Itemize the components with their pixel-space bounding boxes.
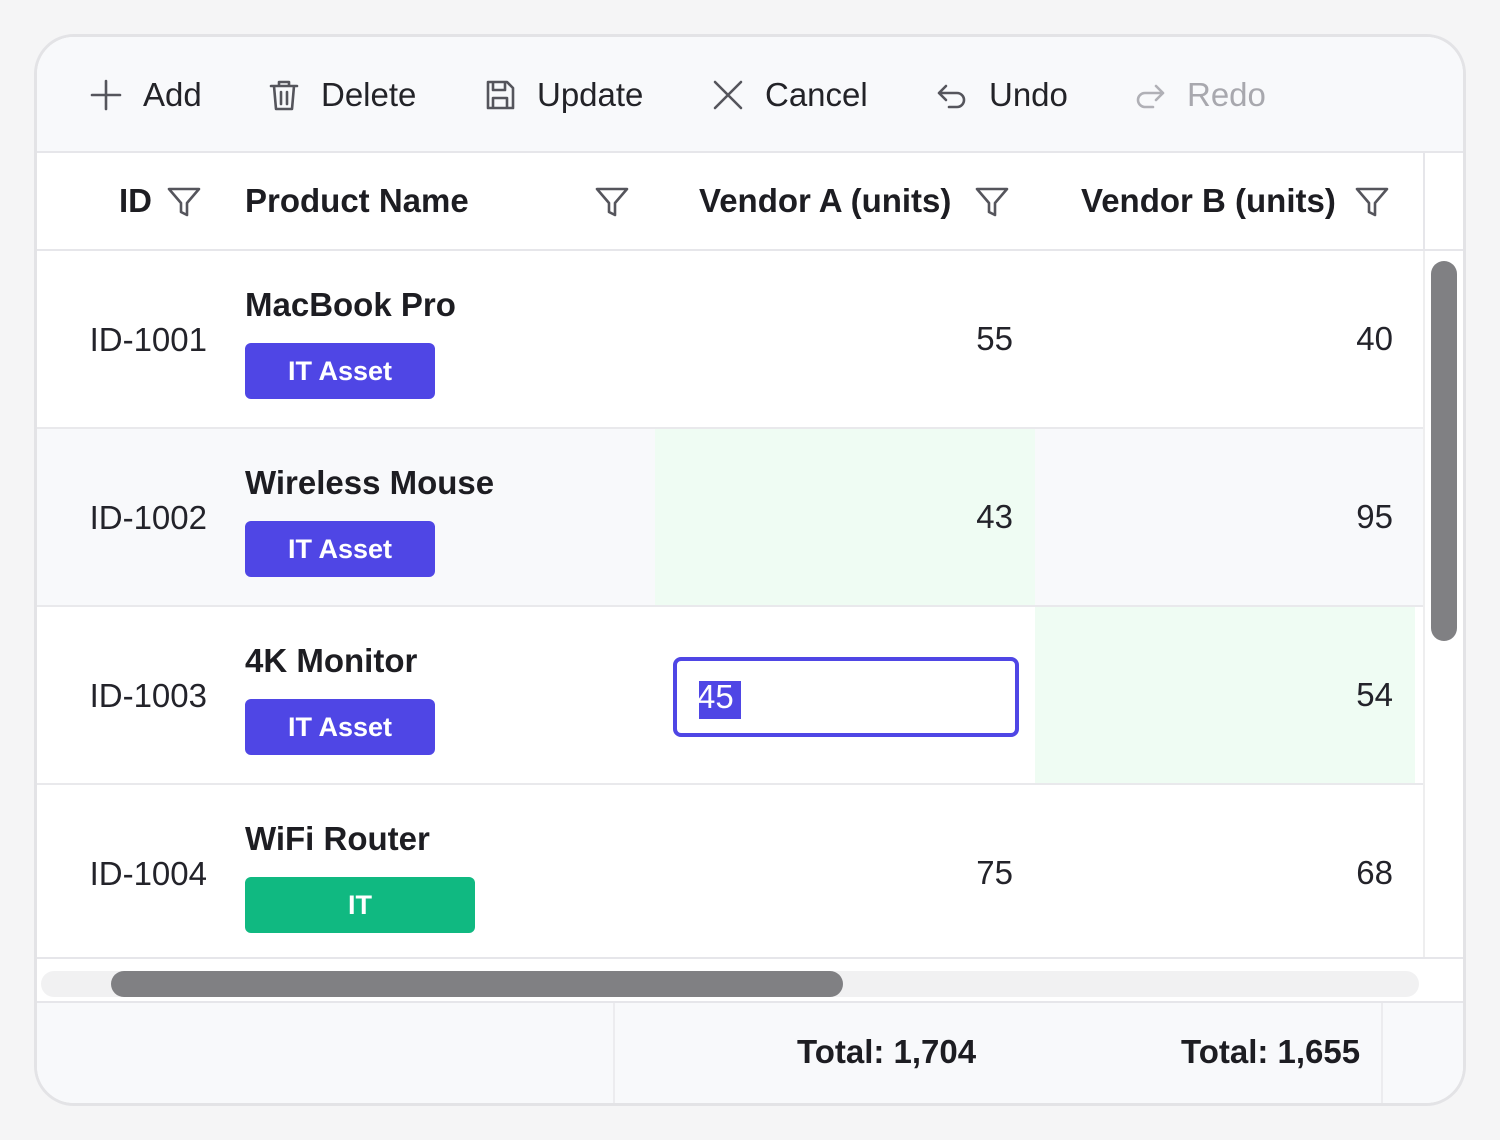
column-header-product-label: Product Name [245, 182, 469, 219]
total-vendor-a: Total: 1,704 [797, 1033, 977, 1070]
redo-button[interactable]: Redo [1131, 73, 1266, 117]
table-row[interactable]: ID-1001 MacBook Pro IT Asset 55 40 [37, 251, 1423, 429]
category-tag: IT Infrastructure [245, 877, 475, 957]
update-button[interactable]: Update [481, 73, 643, 117]
table-row[interactable]: ID-1002 Wireless Mouse IT Asset 43 95 [37, 429, 1423, 607]
cell-vendor-a[interactable]: 75 [655, 785, 1035, 957]
vertical-scrollbar-thumb[interactable] [1431, 261, 1457, 641]
trash-icon [265, 76, 303, 114]
table-row[interactable]: ID-1004 WiFi Router IT Infrastructure 75… [37, 785, 1423, 957]
cell-id[interactable]: ID-1001 [37, 251, 207, 429]
product-name: 4K Monitor [245, 642, 418, 679]
filter-icon[interactable] [1353, 183, 1391, 221]
horizontal-scrollbar-thumb[interactable] [111, 971, 843, 997]
grid-panel: Add Delete Update Cancel Undo Redo ID Pr… [34, 34, 1466, 1106]
table-row[interactable]: ID-1003 4K Monitor IT Asset 54 [37, 607, 1423, 785]
column-header-vendor-a-label: Vendor A (units) [699, 182, 952, 219]
product-name: Wireless Mouse [245, 464, 495, 501]
cell-product[interactable]: MacBook Pro IT Asset [245, 285, 456, 399]
filter-icon[interactable] [165, 183, 203, 221]
cell-vendor-a-changed[interactable]: 43 [655, 429, 1035, 605]
cell-product[interactable]: WiFi Router IT Infrastructure [245, 819, 475, 957]
product-name: MacBook Pro [245, 286, 456, 323]
footer-divider [613, 1003, 615, 1103]
cell-product[interactable]: 4K Monitor IT Asset [245, 641, 435, 755]
filter-icon[interactable] [593, 183, 631, 221]
category-tag: IT Asset [245, 699, 435, 755]
cancel-button[interactable]: Cancel [709, 73, 868, 117]
cell-vendor-b-changed[interactable]: 54 [1035, 607, 1415, 783]
undo-icon [933, 76, 971, 114]
column-header-vendor-a[interactable]: Vendor A (units) [699, 153, 951, 249]
close-icon [709, 76, 747, 114]
column-header-vendor-b-label: Vendor B (units) [1081, 182, 1336, 219]
toolbar: Add Delete Update Cancel Undo Redo [37, 37, 1463, 153]
column-header-row: ID Product Name Vendor A (units) Vendor … [37, 153, 1423, 251]
vendor-a-input[interactable] [697, 678, 997, 716]
cell-id[interactable]: ID-1004 [37, 785, 207, 957]
horizontal-scrollbar [37, 957, 1463, 1003]
total-vendor-b: Total: 1,655 [1181, 1033, 1361, 1070]
column-header-vendor-b[interactable]: Vendor B (units) [1081, 153, 1336, 249]
cell-vendor-b[interactable]: 68 [1035, 785, 1415, 957]
product-name: WiFi Router [245, 820, 430, 857]
header-spacer [1423, 153, 1463, 251]
delete-button[interactable]: Delete [265, 73, 416, 117]
vendor-a-edit-field[interactable] [673, 657, 1019, 737]
grid-body: ID-1001 MacBook Pro IT Asset 55 40 ID-10… [37, 251, 1423, 957]
footer-divider [1381, 1003, 1383, 1103]
save-icon [481, 76, 519, 114]
column-header-id[interactable]: ID [119, 153, 152, 249]
filter-icon[interactable] [973, 183, 1011, 221]
column-header-product[interactable]: Product Name [245, 153, 469, 249]
cell-vendor-b[interactable]: 95 [1035, 429, 1415, 605]
cell-id[interactable]: ID-1002 [37, 429, 207, 607]
plus-icon [87, 76, 125, 114]
redo-label: Redo [1187, 76, 1266, 113]
cancel-label: Cancel [765, 76, 868, 113]
cell-product[interactable]: Wireless Mouse IT Asset [245, 463, 494, 577]
delete-label: Delete [321, 76, 417, 113]
cell-vendor-b[interactable]: 40 [1035, 251, 1415, 427]
column-header-id-label: ID [119, 182, 152, 219]
undo-label: Undo [989, 76, 1068, 113]
redo-icon [1131, 76, 1169, 114]
aggregate-footer: Total: 1,704 Total: 1,655 [37, 1003, 1463, 1103]
undo-button[interactable]: Undo [933, 73, 1068, 117]
add-label: Add [143, 76, 202, 113]
cell-id[interactable]: ID-1003 [37, 607, 207, 785]
cell-vendor-a[interactable]: 55 [655, 251, 1035, 427]
category-tag: IT Asset [245, 343, 435, 399]
category-tag: IT Asset [245, 521, 435, 577]
update-label: Update [537, 76, 644, 113]
add-button[interactable]: Add [87, 73, 202, 117]
